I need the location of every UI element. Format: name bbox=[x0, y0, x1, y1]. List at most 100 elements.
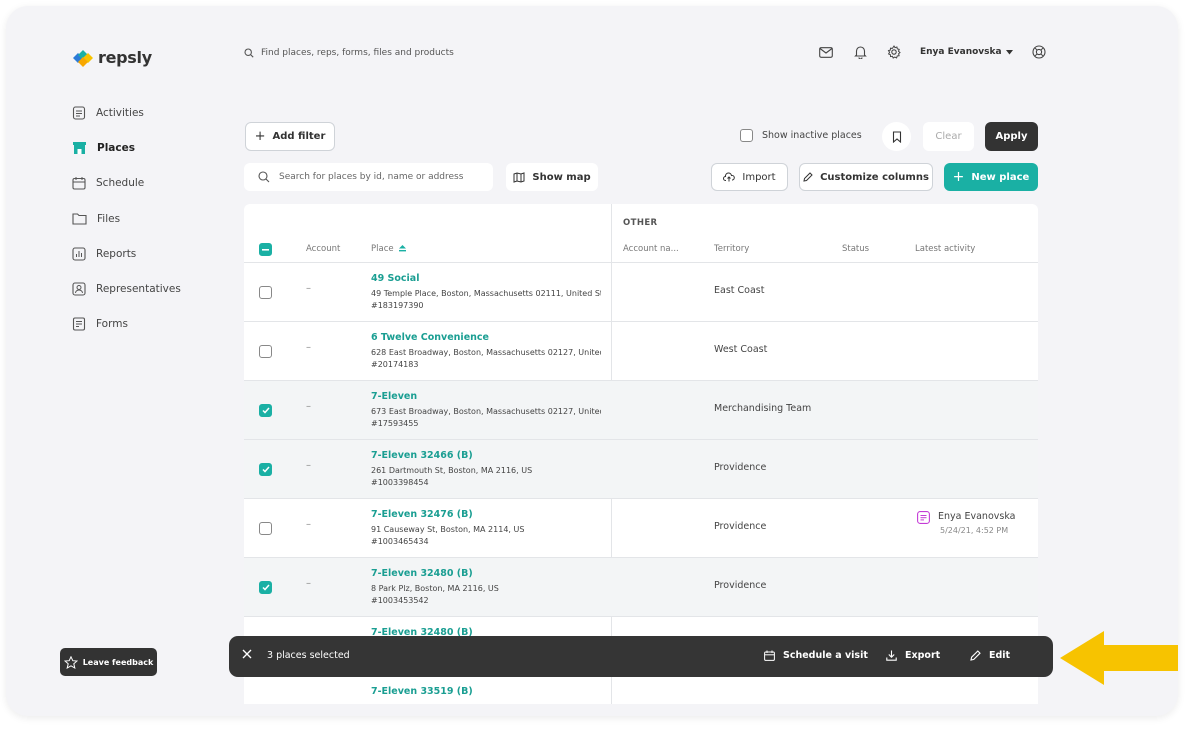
sidebar-item-activities[interactable]: Activities bbox=[72, 95, 181, 130]
check-icon bbox=[261, 584, 270, 591]
places-search-input[interactable] bbox=[279, 172, 479, 182]
territory-cell: West Coast bbox=[714, 344, 768, 355]
place-name-link[interactable]: 7-Eleven 33519 (B) bbox=[371, 686, 473, 697]
row-checkbox[interactable] bbox=[259, 404, 272, 417]
row-checkbox[interactable] bbox=[259, 463, 272, 476]
import-button[interactable]: Import bbox=[711, 163, 788, 191]
search-icon bbox=[258, 171, 270, 183]
leave-feedback-label: Leave feedback bbox=[82, 657, 154, 667]
activities-icon bbox=[72, 106, 86, 120]
column-header-label: Account bbox=[306, 244, 341, 254]
sidebar-item-files[interactable]: Files bbox=[72, 201, 181, 236]
export-button[interactable]: Export bbox=[886, 650, 940, 661]
table-row[interactable]: – 6 Twelve Convenience 628 East Broadway… bbox=[244, 322, 1038, 381]
sidebar-item-label: Activities bbox=[96, 106, 144, 119]
sidebar-item-label: Files bbox=[97, 212, 121, 225]
place-address: 628 East Broadway, Boston, Massachusetts… bbox=[371, 348, 601, 357]
gear-icon[interactable] bbox=[886, 44, 902, 60]
repsly-logo[interactable]: repsly bbox=[72, 48, 152, 67]
column-header-place[interactable]: Place bbox=[371, 244, 406, 254]
apply-button[interactable]: Apply bbox=[985, 122, 1038, 151]
new-place-button[interactable]: + New place bbox=[944, 163, 1038, 191]
table-row[interactable]: – 7-Eleven 32480 (B) 8 Park Plz, Boston,… bbox=[244, 558, 1038, 617]
map-icon bbox=[513, 171, 525, 183]
app-window: repsly Find places, reps, forms, files a… bbox=[6, 6, 1178, 716]
selection-action-bar: 3 places selected Schedule a visit Expor… bbox=[229, 636, 1053, 677]
show-inactive-toggle[interactable]: Show inactive places bbox=[740, 129, 862, 142]
table-row[interactable]: 7-Eleven 33519 (B) bbox=[244, 676, 1038, 704]
download-icon bbox=[886, 650, 897, 661]
place-id: #20174183 bbox=[371, 360, 419, 369]
place-name-link[interactable]: 6 Twelve Convenience bbox=[371, 332, 489, 343]
bell-icon[interactable] bbox=[852, 44, 868, 60]
table-row[interactable]: – 7-Eleven 673 East Broadway, Boston, Ma… bbox=[244, 381, 1038, 440]
reports-icon bbox=[72, 247, 86, 261]
row-checkbox[interactable] bbox=[259, 581, 272, 594]
sidebar-item-label: Schedule bbox=[96, 177, 145, 190]
table-row[interactable]: – 7-Eleven 32476 (B) 91 Causeway St, Bos… bbox=[244, 499, 1038, 558]
mail-icon[interactable] bbox=[818, 44, 834, 60]
search-icon bbox=[244, 48, 254, 58]
edit-button[interactable]: Edit bbox=[970, 650, 1010, 661]
header-actions: Enya Evanovska bbox=[818, 44, 1047, 60]
close-icon[interactable] bbox=[242, 649, 252, 662]
places-search[interactable] bbox=[244, 163, 493, 191]
saved-filters-button[interactable] bbox=[882, 122, 911, 151]
clear-button[interactable]: Clear bbox=[923, 122, 974, 151]
caret-down-icon bbox=[1005, 49, 1013, 54]
sidebar-item-label: Reports bbox=[96, 247, 137, 260]
show-map-label: Show map bbox=[532, 171, 591, 183]
place-name-link[interactable]: 49 Social bbox=[371, 273, 419, 284]
account-cell: – bbox=[306, 519, 311, 530]
row-checkbox[interactable] bbox=[259, 345, 272, 358]
show-map-button[interactable]: Show map bbox=[506, 163, 598, 191]
column-header-label: Territory bbox=[714, 244, 750, 254]
column-header-latest-activity[interactable]: Latest activity bbox=[915, 244, 975, 254]
sidebar-item-reports[interactable]: Reports bbox=[72, 236, 181, 271]
form-activity-icon bbox=[917, 511, 930, 524]
place-id: #17593455 bbox=[371, 419, 419, 428]
sort-ascending-icon bbox=[398, 245, 406, 252]
sidebar-item-label: Places bbox=[97, 141, 135, 154]
show-inactive-label: Show inactive places bbox=[762, 130, 862, 141]
column-header-status[interactable]: Status bbox=[842, 244, 869, 254]
column-header-label: Latest activity bbox=[915, 244, 976, 254]
place-address: 261 Dartmouth St, Boston, MA 2116, US bbox=[371, 466, 533, 475]
cloud-upload-icon bbox=[723, 172, 736, 182]
column-header-account[interactable]: Account bbox=[306, 244, 340, 254]
column-group-other: OTHER bbox=[623, 218, 658, 228]
edit-label: Edit bbox=[989, 650, 1011, 661]
schedule-visit-button[interactable]: Schedule a visit bbox=[764, 650, 868, 661]
table-row[interactable]: – 49 Social 49 Temple Place, Boston, Mas… bbox=[244, 263, 1038, 322]
help-lifebuoy-icon[interactable] bbox=[1031, 44, 1047, 60]
place-name-link[interactable]: 7-Eleven 32480 (B) bbox=[371, 568, 473, 579]
user-menu[interactable]: Enya Evanovska bbox=[920, 47, 1013, 57]
column-header-account-name[interactable]: Account na... bbox=[623, 244, 679, 254]
sidebar-item-forms[interactable]: Forms bbox=[72, 307, 181, 342]
place-address: 91 Causeway St, Boston, MA 2114, US bbox=[371, 525, 525, 534]
latest-activity-cell[interactable]: Enya Evanovska 5/24/21, 4:52 PM bbox=[917, 511, 1016, 535]
sidebar-item-places[interactable]: Places bbox=[72, 130, 181, 165]
table-row[interactable]: – 7-Eleven 32466 (B) 261 Dartmouth St, B… bbox=[244, 440, 1038, 499]
column-header-territory[interactable]: Territory bbox=[714, 244, 749, 254]
leave-feedback-button[interactable]: Leave feedback bbox=[60, 648, 157, 676]
select-all-checkbox[interactable] bbox=[259, 243, 272, 256]
person-icon bbox=[72, 282, 86, 296]
place-name-link[interactable]: 7-Eleven bbox=[371, 391, 417, 402]
calendar-icon bbox=[72, 177, 86, 190]
place-address: 673 East Broadway, Boston, Massachusetts… bbox=[371, 407, 601, 416]
sidebar-item-label: Forms bbox=[96, 318, 128, 331]
customize-columns-button[interactable]: Customize columns bbox=[799, 163, 933, 191]
folder-icon bbox=[72, 213, 87, 225]
column-header-label: Status bbox=[842, 244, 870, 254]
add-filter-button[interactable]: + Add filter bbox=[245, 122, 335, 151]
sidebar-item-schedule[interactable]: Schedule bbox=[72, 166, 181, 201]
sidebar-item-representatives[interactable]: Representatives bbox=[72, 271, 181, 306]
place-name-link[interactable]: 7-Eleven 32466 (B) bbox=[371, 450, 473, 461]
global-search[interactable]: Find places, reps, forms, files and prod… bbox=[244, 48, 454, 58]
row-checkbox[interactable] bbox=[259, 286, 272, 299]
place-name-link[interactable]: 7-Eleven 32476 (B) bbox=[371, 509, 473, 520]
row-checkbox[interactable] bbox=[259, 522, 272, 535]
show-inactive-checkbox[interactable] bbox=[740, 129, 753, 142]
place-address: 49 Temple Place, Boston, Massachusetts 0… bbox=[371, 289, 601, 298]
